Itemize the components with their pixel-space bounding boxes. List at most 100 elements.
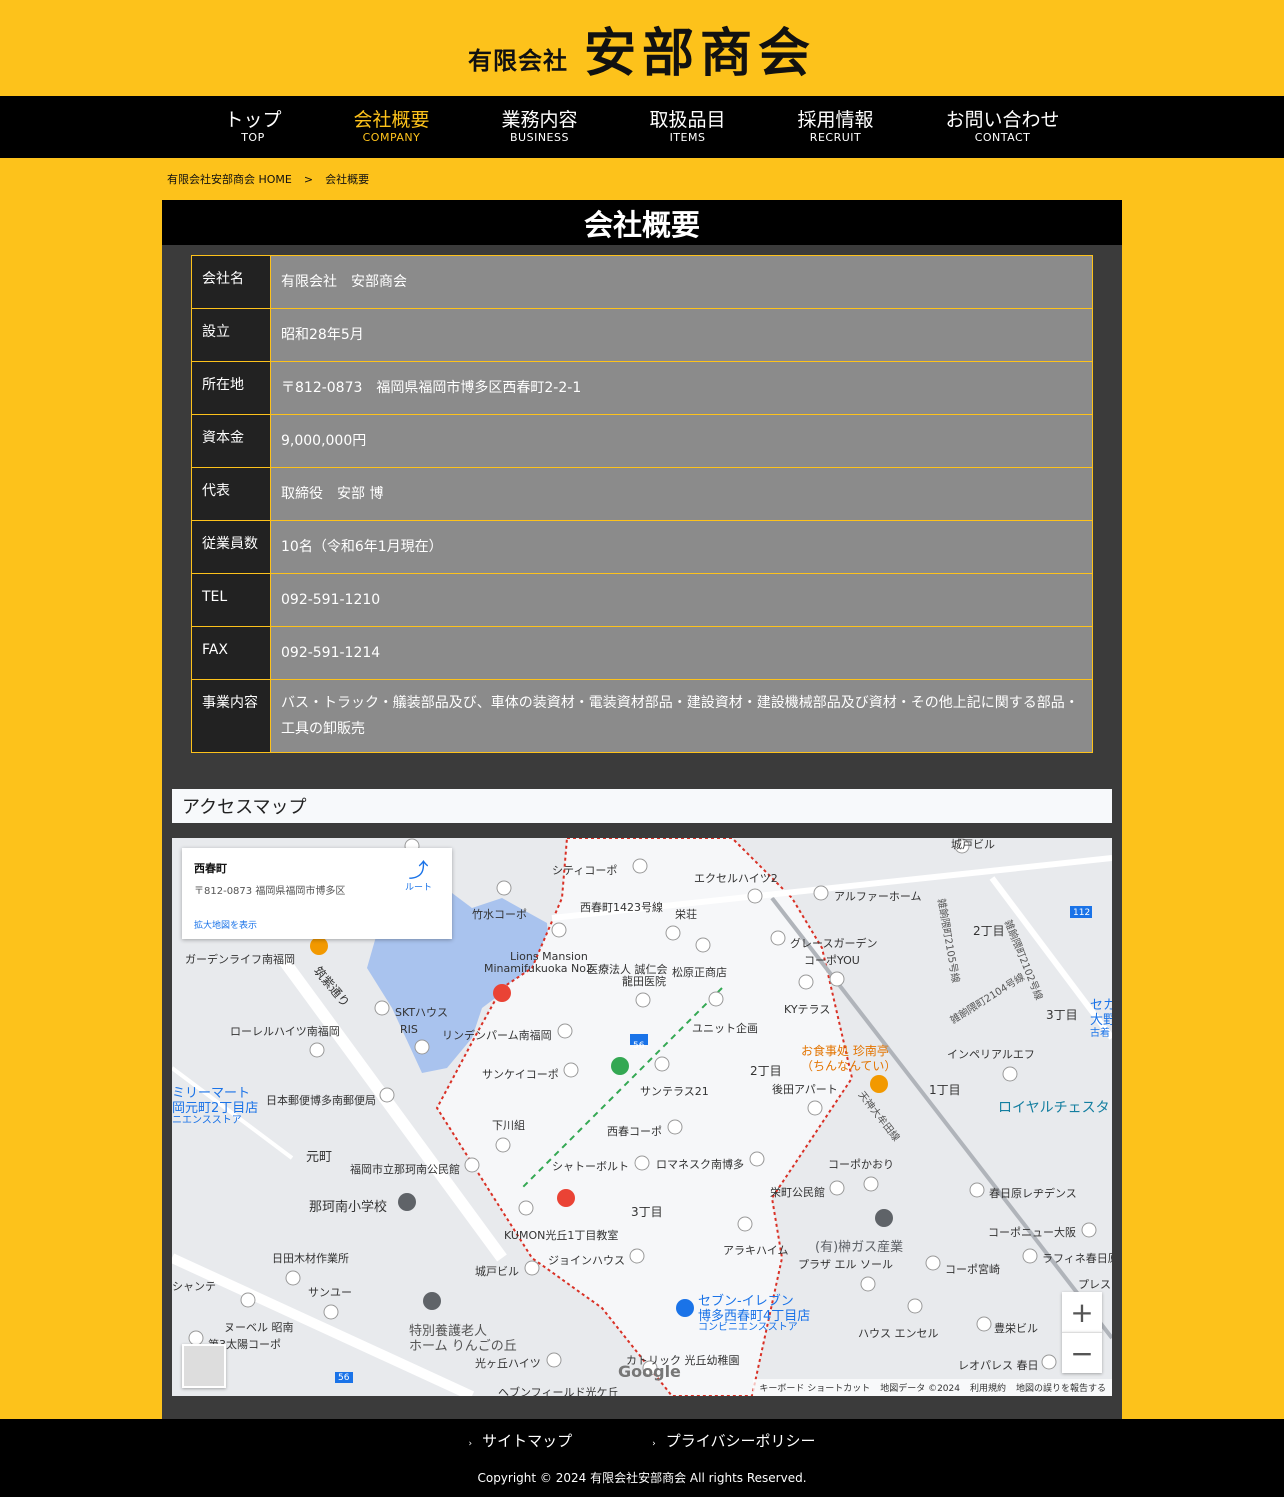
location-pin-icon[interactable] xyxy=(708,991,724,1007)
restaurant-icon[interactable] xyxy=(870,1075,888,1093)
map-label: コーポYOU xyxy=(804,954,860,967)
map-label: シャンテ xyxy=(172,1280,216,1293)
nav-item-company[interactable]: 会社概要 COMPANY xyxy=(317,96,465,158)
row-label: 事業内容 xyxy=(191,679,271,753)
directions-button[interactable]: ⤴ ルート xyxy=(405,860,432,893)
location-pin-icon[interactable] xyxy=(546,1352,562,1368)
location-pin-icon[interactable] xyxy=(829,971,845,987)
location-pin-icon[interactable] xyxy=(860,1276,876,1292)
location-pin-icon[interactable] xyxy=(557,1023,573,1039)
location-pin-icon[interactable] xyxy=(737,1216,753,1232)
location-pin-icon[interactable] xyxy=(518,1200,534,1216)
table-row: 従業員数 10名（令和6年1月現在） xyxy=(191,520,1093,574)
nav-item-top[interactable]: トップ TOP xyxy=(188,96,317,158)
location-pin-icon[interactable] xyxy=(379,1087,395,1103)
location-pin-icon[interactable] xyxy=(188,1330,204,1346)
location-pin-icon[interactable] xyxy=(285,1270,301,1286)
location-pin-icon[interactable] xyxy=(749,1151,765,1167)
location-pin-icon[interactable] xyxy=(747,888,763,904)
location-pin-icon[interactable] xyxy=(1002,1066,1018,1082)
row-value: 9,000,000円 xyxy=(270,414,1093,468)
location-pin-icon[interactable] xyxy=(524,1260,540,1276)
location-pin-icon[interactable] xyxy=(667,1119,683,1135)
map-label: レオパレス 春日 xyxy=(958,1359,1039,1372)
row-value: 有限会社 安部商会 xyxy=(270,255,1093,309)
page-title: 会社概要 xyxy=(162,200,1122,245)
report-error-link[interactable]: 地図の誤りを報告する xyxy=(1016,1381,1106,1394)
site-logo[interactable]: 有限会社 安部商会 xyxy=(468,11,816,86)
footer-link-label[interactable]: サイトマップ xyxy=(482,1432,572,1450)
location-pin-icon[interactable] xyxy=(863,1176,879,1192)
map-label: ジョインハウス xyxy=(548,1254,625,1267)
location-pin-icon[interactable] xyxy=(634,1155,650,1171)
nav-item-items[interactable]: 取扱品目 ITEMS xyxy=(614,96,762,158)
location-pin-icon[interactable] xyxy=(798,974,814,990)
location-pin-icon[interactable] xyxy=(414,1039,430,1055)
location-pin-icon[interactable] xyxy=(563,1062,579,1078)
location-pin-icon[interactable] xyxy=(240,1292,256,1308)
terms-link[interactable]: 利用規約 xyxy=(970,1381,1006,1394)
location-pin-icon[interactable] xyxy=(969,1182,985,1198)
zoom-in-button[interactable]: + xyxy=(1062,1292,1102,1332)
store-icon[interactable] xyxy=(676,1299,694,1317)
location-pin-icon[interactable] xyxy=(309,1042,325,1058)
larger-map-link[interactable]: 拡大地図を表示 xyxy=(194,918,257,931)
keyboard-shortcuts-link[interactable]: キーボード ショートカット xyxy=(759,1381,870,1394)
location-pin-icon[interactable] xyxy=(829,1180,845,1196)
nav-item-business[interactable]: 業務内容 BUSINESS xyxy=(465,96,613,158)
zoom-out-button[interactable]: − xyxy=(1062,1332,1102,1373)
footer-link-label[interactable]: プライバシーポリシー xyxy=(666,1432,816,1450)
location-pin-icon[interactable] xyxy=(654,1056,670,1072)
map-label: ラフィネ春日原 xyxy=(1042,1252,1112,1265)
map-label: ニエンスストア xyxy=(172,1115,242,1126)
nav-item-recruit[interactable]: 採用情報 RECRUIT xyxy=(762,96,910,158)
school-icon[interactable] xyxy=(398,1193,416,1211)
location-pin-icon[interactable] xyxy=(551,922,567,938)
map-label: ロマネスク南博多 xyxy=(656,1158,744,1171)
location-pin-icon[interactable] xyxy=(907,1298,923,1314)
place-icon[interactable] xyxy=(423,1292,441,1310)
map-label: 福岡市立那珂南公民館 xyxy=(350,1163,460,1176)
hospital-icon[interactable] xyxy=(557,1189,575,1207)
footer-links: › サイトマップ › プライバシーポリシー xyxy=(0,1419,1284,1451)
location-pin-icon[interactable] xyxy=(695,937,711,953)
logo-company-name: 安部商会 xyxy=(583,22,816,84)
location-pin-icon[interactable] xyxy=(374,1000,390,1016)
nav-item-contact[interactable]: お問い合わせ CONTACT xyxy=(910,96,1096,158)
footer-link-sitemap[interactable]: › サイトマップ xyxy=(469,1430,573,1451)
location-pin-icon[interactable] xyxy=(629,1248,645,1264)
map-label: KYテラス xyxy=(784,1003,831,1016)
map-label: 2丁目 xyxy=(973,924,1005,938)
location-pin-icon[interactable] xyxy=(813,885,829,901)
location-pin-icon[interactable] xyxy=(464,1157,480,1173)
map-label: 日本郵便博多南郵便局 xyxy=(266,1094,376,1107)
map-type-toggle[interactable] xyxy=(182,1344,226,1388)
map-label: KUMON光丘1丁目教室 xyxy=(504,1229,619,1242)
breadcrumb: 有限会社安部商会 HOME > 会社概要 xyxy=(167,158,1117,200)
location-pin-icon[interactable] xyxy=(496,880,512,896)
location-pin-icon[interactable] xyxy=(1041,1354,1057,1370)
park-icon[interactable] xyxy=(611,1057,629,1075)
map-label: 2丁目 xyxy=(750,1064,782,1078)
restaurant-icon[interactable] xyxy=(310,937,328,955)
location-pin-icon[interactable] xyxy=(635,992,651,1008)
access-map-heading: アクセスマップ xyxy=(172,789,1112,823)
location-pin-icon[interactable] xyxy=(632,858,648,874)
location-pin-icon[interactable] xyxy=(1022,1248,1038,1264)
location-pin-icon[interactable] xyxy=(770,930,786,946)
location-pin-icon[interactable] xyxy=(1081,1222,1097,1238)
row-label: 設立 xyxy=(191,308,271,362)
map-label: ユニット企画 xyxy=(692,1022,758,1035)
google-map[interactable]: 56 112 56 シティコーポ エクセルハイツ2 竹水コーポ 西春町1423号… xyxy=(172,838,1112,1396)
location-pin-icon[interactable] xyxy=(976,1316,992,1332)
map-label: 那珂南小学校 xyxy=(309,1200,388,1215)
breadcrumb-home-link[interactable]: 有限会社安部商会 HOME xyxy=(167,171,292,187)
location-pin-icon[interactable] xyxy=(925,1255,941,1271)
footer-link-privacy[interactable]: › プライバシーポリシー xyxy=(652,1430,815,1451)
location-pin-icon[interactable] xyxy=(495,1137,511,1153)
place-icon[interactable] xyxy=(875,1209,893,1227)
hospital-icon[interactable] xyxy=(493,984,511,1002)
location-pin-icon[interactable] xyxy=(323,1304,339,1320)
location-pin-icon[interactable] xyxy=(665,925,681,941)
location-pin-icon[interactable] xyxy=(807,1100,823,1116)
